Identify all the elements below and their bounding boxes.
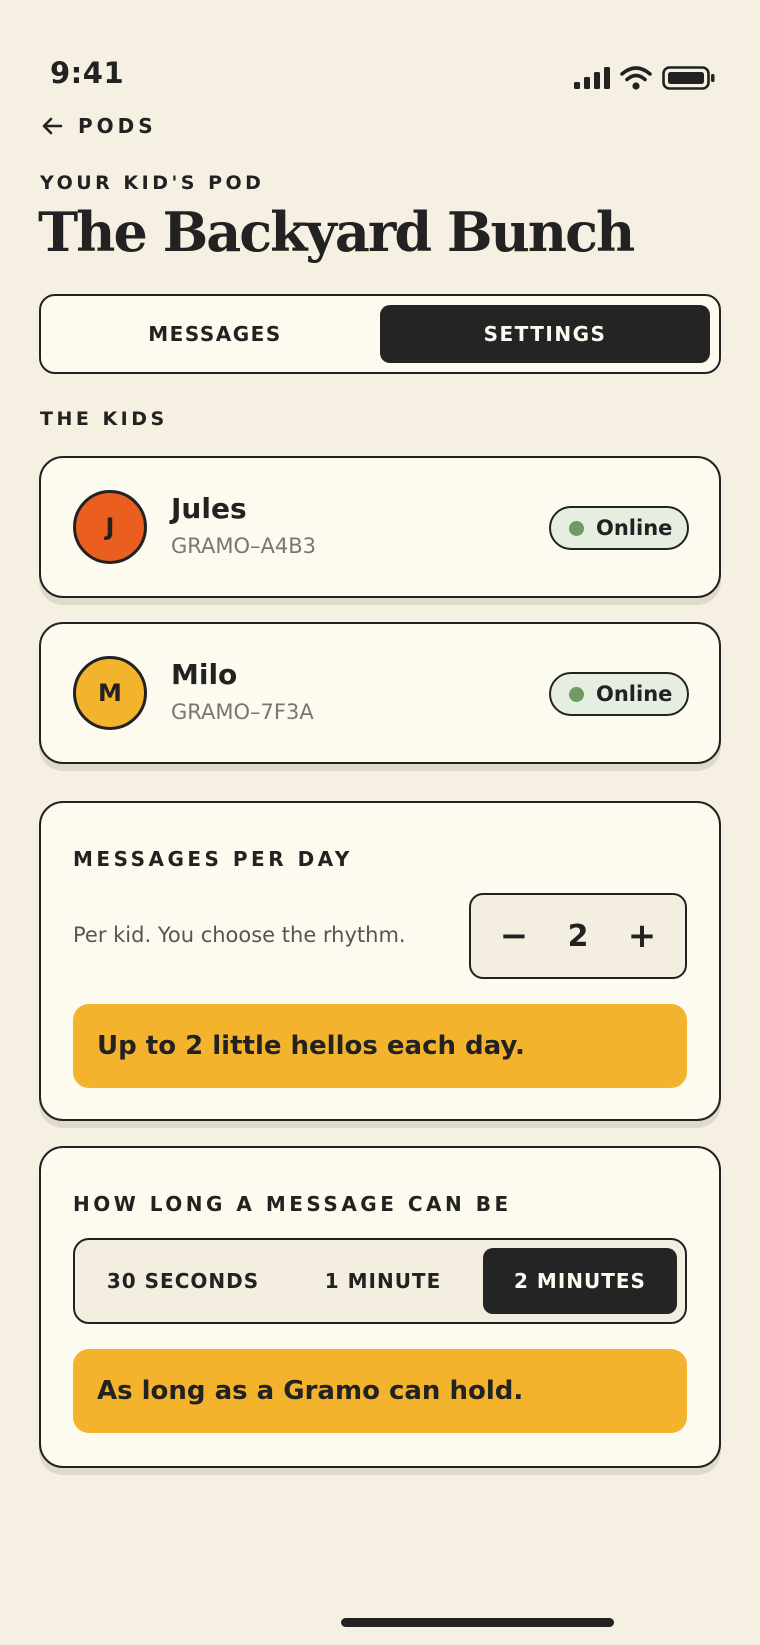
tab-switcher: MESSAGES SETTINGS	[39, 294, 721, 374]
cellular-signal-icon	[574, 67, 610, 89]
status-time: 9:41	[50, 56, 125, 90]
messages-per-day-summary: Up to 2 little hellos each day.	[73, 1004, 687, 1088]
kid-name: Jules	[171, 492, 247, 525]
kid-device-code: GRAMO–A4B3	[171, 534, 317, 558]
option-1-minute[interactable]: 1 MINUTE	[283, 1248, 483, 1314]
kids-section-label: THE KIDS	[40, 408, 168, 430]
message-length-selector: 30 SECONDS 1 MINUTE 2 MINUTES	[73, 1238, 687, 1324]
online-dot-icon	[569, 520, 584, 536]
messages-per-day-label: MESSAGES PER DAY	[73, 847, 353, 871]
page-title: The Backyard Bunch	[38, 200, 635, 264]
online-dot-icon	[569, 686, 584, 702]
message-length-card: HOW LONG A MESSAGE CAN BE 30 SECONDS 1 M…	[39, 1146, 721, 1468]
status-badge: Online	[549, 672, 689, 716]
back-to-pods-link[interactable]: PODS	[40, 114, 157, 138]
back-label: PODS	[78, 114, 157, 138]
option-30-seconds[interactable]: 30 SECONDS	[83, 1248, 283, 1314]
messages-per-day-card: MESSAGES PER DAY Per kid. You choose the…	[39, 801, 721, 1121]
arrow-left-icon	[42, 117, 63, 135]
page-eyebrow: YOUR KID'S POD	[40, 172, 265, 194]
kid-device-code: GRAMO–7F3A	[171, 700, 314, 724]
increment-button[interactable]: +	[625, 916, 659, 956]
stepper-value: 2	[567, 918, 589, 954]
kid-card-jules[interactable]: J Jules GRAMO–A4B3 Online	[39, 456, 721, 598]
messages-per-day-stepper: − 2 +	[469, 893, 687, 979]
decrement-button[interactable]: −	[497, 916, 531, 956]
wifi-icon	[620, 66, 652, 90]
status-badge: Online	[549, 506, 689, 550]
avatar: J	[73, 490, 147, 564]
message-length-summary: As long as a Gramo can hold.	[73, 1349, 687, 1433]
kid-name: Milo	[171, 658, 238, 691]
tab-settings[interactable]: SETTINGS	[380, 305, 710, 363]
status-text: Online	[596, 516, 673, 540]
tab-messages[interactable]: MESSAGES	[50, 305, 380, 363]
kid-card-milo[interactable]: M Milo GRAMO–7F3A Online	[39, 622, 721, 764]
avatar: M	[73, 656, 147, 730]
status-text: Online	[596, 682, 673, 706]
status-icons	[574, 66, 716, 90]
status-bar: 9:41	[0, 0, 760, 110]
messages-per-day-hint: Per kid. You choose the rhythm.	[73, 923, 406, 947]
option-2-minutes[interactable]: 2 MINUTES	[483, 1248, 677, 1314]
battery-icon	[662, 66, 715, 90]
home-indicator[interactable]	[341, 1618, 614, 1627]
message-length-label: HOW LONG A MESSAGE CAN BE	[73, 1192, 512, 1216]
